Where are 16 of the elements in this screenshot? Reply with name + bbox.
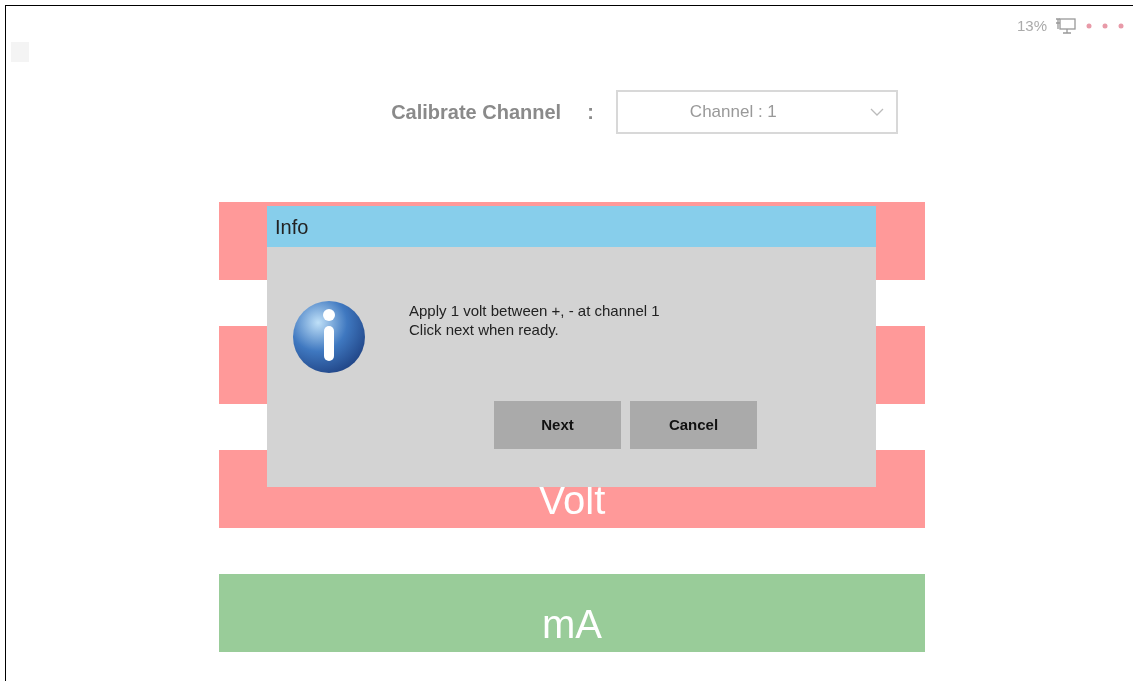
dialog-button[interactable]: Next xyxy=(494,401,621,449)
battery-percent: 13% xyxy=(1016,15,1047,36)
mode-label: mA xyxy=(542,601,602,648)
chevron-down-icon xyxy=(869,108,884,116)
message-text: Click next when ready. xyxy=(409,320,560,339)
channel-dropdown[interactable]: Channel : 1 xyxy=(615,90,898,134)
dialog-title: Info xyxy=(267,206,876,247)
separator-text: : xyxy=(587,100,594,125)
message-text: Apply 1 volt between +, - at channel 1 xyxy=(409,301,660,320)
dialog-button[interactable]: Cancel xyxy=(630,401,757,449)
calibrate-label: Calibrate Channel xyxy=(391,100,562,125)
info-icon xyxy=(291,299,367,375)
mode-label: Volt xyxy=(538,477,606,524)
monitor-icon xyxy=(1055,17,1077,35)
more-dots-icon[interactable] xyxy=(1085,22,1125,30)
mode-button[interactable]: mA xyxy=(219,574,925,652)
